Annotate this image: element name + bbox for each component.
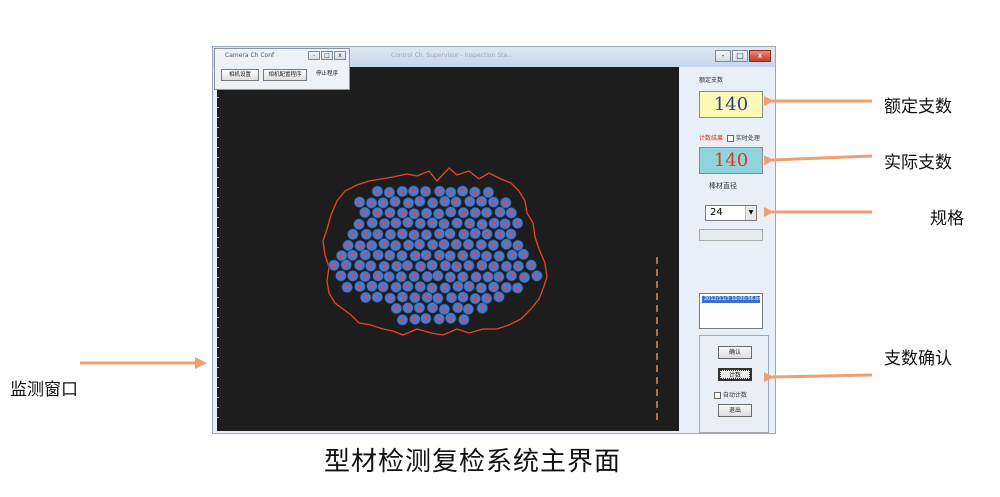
annotation-arrows — [80, 96, 873, 383]
callout-actual: 实际支数 — [884, 153, 952, 173]
callout-spec: 规格 — [930, 209, 964, 229]
callout-monitor: 监测窗口 — [10, 380, 78, 400]
arrow-confirm — [763, 372, 873, 383]
callout-confirm: 支数确认 — [884, 349, 952, 369]
callout-rated: 额定支数 — [884, 97, 952, 117]
figure-caption: 型材检测复检系统主界面 — [324, 447, 622, 477]
arrow-actual — [763, 154, 873, 166]
